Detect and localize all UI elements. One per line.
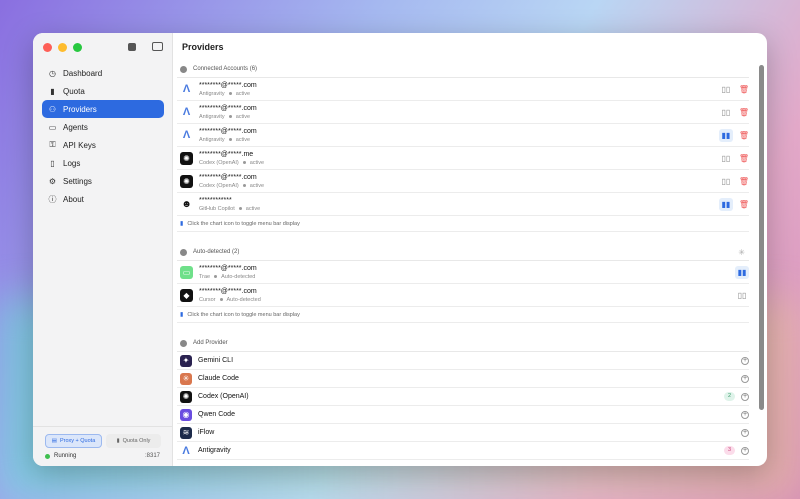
gemini-logo-icon: ✦ <box>180 354 192 367</box>
minimize-button[interactable] <box>58 43 67 52</box>
scrollbar[interactable] <box>759 65 764 410</box>
claude-logo-icon: ✳ <box>180 372 192 385</box>
auto-detected-header: Auto-detected (2) ✳ <box>177 244 749 261</box>
chart-toggle-icon[interactable]: ▯▯ <box>735 289 749 302</box>
zoom-button[interactable] <box>73 43 82 52</box>
qwen-logo-icon: ◉ <box>180 408 192 421</box>
terminal-icon: ▭ <box>48 122 57 132</box>
status: Running <box>45 453 76 459</box>
stop-icon[interactable] <box>128 43 136 51</box>
refresh-icon[interactable]: ✳ <box>738 248 745 257</box>
proxy-quota-mode-button[interactable]: ▤ Proxy + Quota <box>45 434 102 448</box>
add-icon[interactable]: + <box>741 410 749 419</box>
info-icon: ⓘ <box>48 194 57 204</box>
account-row: ▭ ********@*****.com Trae Auto-detected ▮▮ <box>177 261 749 284</box>
chart-toggle-icon[interactable]: ▮▮ <box>718 128 733 142</box>
gear-icon: ⚙ <box>48 176 57 186</box>
add-provider-header: Add Provider <box>177 335 749 352</box>
codex-logo-icon: ✺ <box>180 390 192 403</box>
sidebar-item-agents[interactable]: ▭ Agents <box>42 118 164 136</box>
clock-icon: ◷ <box>49 68 56 78</box>
add-provider-row[interactable]: ◉ Qwen Code + <box>177 406 749 424</box>
iflow-logo-icon: ≋ <box>180 426 192 439</box>
chart-toggle-icon[interactable]: ▮▮ <box>735 265 749 279</box>
add-provider-row[interactable]: ≋ iFlow + <box>177 424 749 442</box>
document-icon: ▯ <box>50 158 55 168</box>
account-row: ✺ ********@*****.me Codex (OpenAI) active ▯▯… <box>177 147 749 170</box>
page-title: Providers <box>182 42 224 52</box>
account-row: Λ ********@*****.com Antigravity active ▯▯ 🗑 <box>177 101 749 124</box>
add-icon[interactable]: + <box>741 392 749 401</box>
connected-accounts-header: Connected Accounts (6) <box>177 61 749 78</box>
account-row: Λ ********@*****.com Antigravity active ▮▮ 🗑 <box>177 124 749 147</box>
hint: ▮ Click the chart icon to toggle menu bar… <box>177 216 749 232</box>
account-row: ◆ ********@*****.com Cursor Auto-detected ▯▯ <box>177 284 749 307</box>
chart-icon: ▮ <box>180 312 184 318</box>
add-icon[interactable]: + <box>741 446 749 455</box>
add-icon[interactable]: + <box>741 356 749 365</box>
chart-toggle-icon[interactable]: ▯▯ <box>719 152 733 165</box>
trash-icon[interactable]: 🗑 <box>739 154 749 163</box>
codex-logo-icon: ✺ <box>180 151 193 165</box>
chart-toggle-icon[interactable]: ▮▮ <box>718 197 733 211</box>
account-count-badge: 2 <box>724 392 735 401</box>
sidebar-toggle-icon[interactable] <box>152 42 163 51</box>
sidebar-item-settings[interactable]: ⚙ Settings <box>42 172 164 190</box>
antigravity-logo-icon: Λ <box>180 128 193 142</box>
codex-logo-icon: ✺ <box>180 174 193 188</box>
key-icon: ⚿ <box>49 140 56 149</box>
add-icon[interactable]: + <box>741 428 749 437</box>
main: Providers Connected Accounts (6) Λ *******… <box>173 33 767 466</box>
add-provider-row[interactable]: ✺ Codex (OpenAI) 2 + <box>177 388 749 406</box>
chart-toggle-icon[interactable]: ▯▯ <box>719 175 733 188</box>
check-circle-icon <box>180 65 187 73</box>
trash-icon[interactable]: 🗑 <box>739 108 749 117</box>
quota-only-mode-button[interactable]: ▮ Quota Only <box>106 434 161 448</box>
close-button[interactable] <box>43 43 52 52</box>
trash-icon[interactable]: 🗑 <box>739 85 749 94</box>
chart-icon: ▮ <box>180 221 184 227</box>
sidebar-item-logs[interactable]: ▯ Logs <box>42 154 164 172</box>
people-icon: ⚇ <box>48 104 57 114</box>
sidebar-item-dashboard[interactable]: ◷ Dashboard <box>42 64 164 82</box>
account-count-badge: 3 <box>724 446 735 455</box>
port: :8317 <box>144 453 160 459</box>
github-logo-icon: ☻ <box>180 197 193 211</box>
chart-toggle-icon[interactable]: ▯▯ <box>719 83 733 96</box>
add-provider-row[interactable]: ✳ Claude Code + <box>177 370 749 388</box>
antigravity-logo-icon: Λ <box>180 444 192 457</box>
chart-toggle-icon[interactable]: ▯▯ <box>719 106 733 119</box>
status-dot <box>45 453 50 459</box>
plus-circle-icon <box>180 339 187 347</box>
sidebar: ◷ Dashboard ▮ Quota ⚇ Providers ▭ Agents ⚿ API Ke… <box>33 33 173 466</box>
trash-icon[interactable]: 🗑 <box>739 177 749 186</box>
add-provider-row[interactable]: ✦ Gemini CLI + <box>177 352 749 370</box>
search-icon <box>180 248 187 256</box>
sidebar-item-providers[interactable]: ⚇ Providers <box>42 100 164 118</box>
add-icon[interactable]: + <box>741 374 749 383</box>
sidebar-item-api-keys[interactable]: ⚿ API Keys <box>42 136 164 154</box>
trash-icon[interactable]: 🗑 <box>739 200 749 209</box>
app-window: ◷ Dashboard ▮ Quota ⚇ Providers ▭ Agents ⚿ API Ke… <box>33 33 767 466</box>
antigravity-logo-icon: Λ <box>180 105 193 119</box>
add-provider-row[interactable]: Λ Antigravity 3 + <box>177 442 749 460</box>
bar-chart-icon: ▮ <box>50 86 55 96</box>
sidebar-item-quota[interactable]: ▮ Quota <box>42 82 164 100</box>
sidebar-item-about[interactable]: ⓘ About <box>42 190 164 208</box>
cursor-logo-icon: ◆ <box>180 288 193 302</box>
trae-logo-icon: ▭ <box>180 265 193 279</box>
antigravity-logo-icon: Λ <box>180 82 193 96</box>
hint: ▮ Click the chart icon to toggle menu bar… <box>177 307 749 323</box>
trash-icon[interactable]: 🗑 <box>739 131 749 140</box>
account-row: Λ ********@*****.com Antigravity active ▯▯ 🗑 <box>177 78 749 101</box>
account-row: ✺ ********@*****.com Codex (OpenAI) active ▯… <box>177 170 749 193</box>
account-row: ☻ ************ GitHub Copilot active ▮▮ 🗑 <box>177 193 749 216</box>
